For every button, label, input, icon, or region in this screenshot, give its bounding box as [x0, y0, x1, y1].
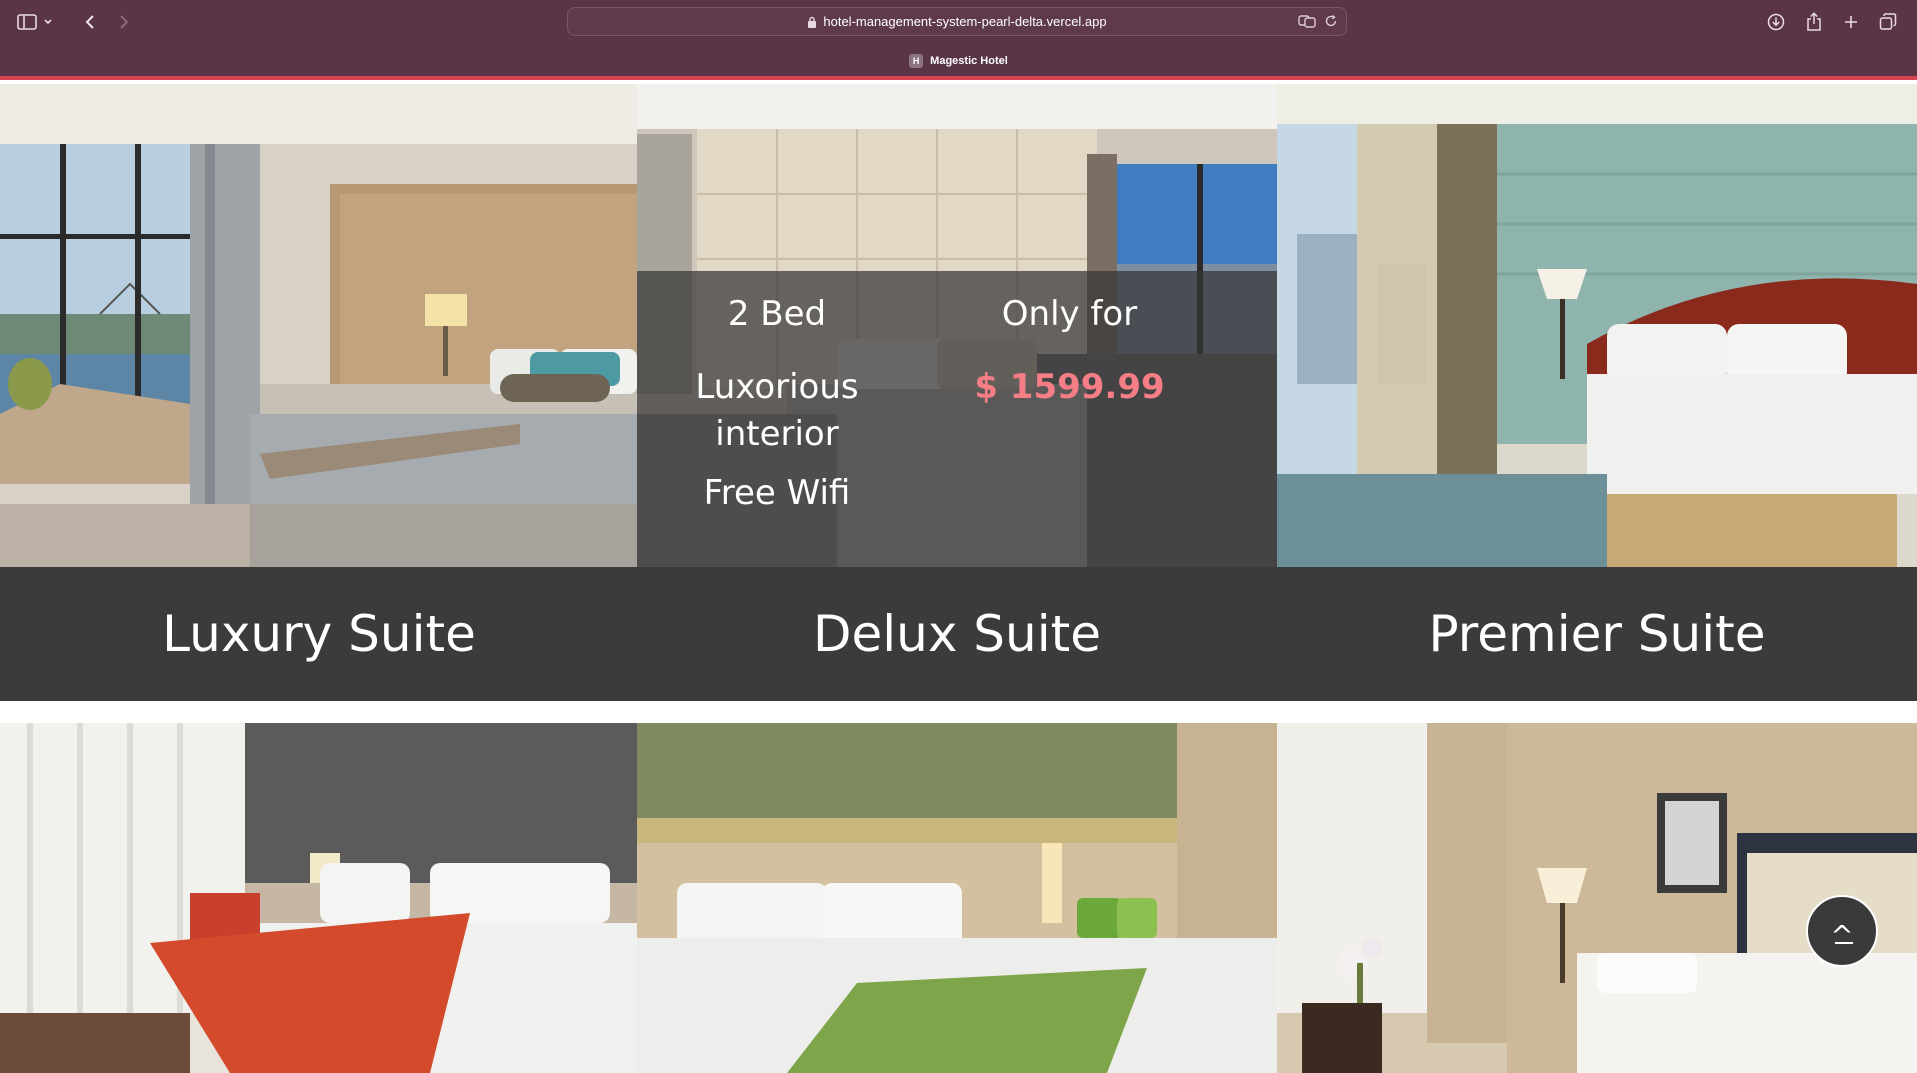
url-text: hotel-management-system-pearl-delta.verc… — [823, 14, 1107, 29]
suite-name-delux[interactable]: Delux Suite — [637, 567, 1277, 701]
address-bar[interactable]: hotel-management-system-pearl-delta.verc… — [567, 7, 1347, 36]
downloads-icon[interactable] — [1766, 9, 1786, 35]
suite-card-delux[interactable]: 2 Bed Luxorious interior Free Wifi Only … — [637, 84, 1277, 567]
browser-toolbar: hotel-management-system-pearl-delta.verc… — [0, 0, 1917, 44]
caret-up-icon: ^ — [1830, 918, 1854, 952]
sidebar-toggle-icon[interactable] — [16, 9, 38, 35]
browser-chrome: hotel-management-system-pearl-delta.verc… — [0, 0, 1917, 80]
price-value: $ 1599.99 — [974, 367, 1165, 407]
room-photo-6 — [1277, 723, 1917, 1073]
chevron-down-icon[interactable] — [42, 9, 54, 35]
lock-icon — [807, 16, 817, 28]
room-card-4[interactable] — [0, 723, 637, 1073]
suite-card-premier[interactable] — [1277, 84, 1917, 567]
suite-name-premier[interactable]: Premier Suite — [1277, 567, 1917, 701]
room-photo-5 — [637, 723, 1277, 1073]
page-content: 2 Bed Luxorious interior Free Wifi Only … — [0, 80, 1917, 1073]
scroll-to-top-button[interactable]: ^ — [1806, 895, 1878, 967]
luxury-suite-photo — [0, 84, 637, 567]
suite-card-luxury[interactable] — [0, 84, 637, 567]
reload-icon[interactable] — [1324, 14, 1338, 31]
room-card-6[interactable] — [1277, 723, 1917, 1073]
premier-suite-photo — [1277, 84, 1917, 567]
new-tab-icon[interactable] — [1841, 9, 1861, 35]
translate-icon[interactable] — [1298, 14, 1316, 31]
tab-title: Magestic Hotel — [930, 55, 1008, 67]
tab-overview-icon[interactable] — [1878, 9, 1898, 35]
share-icon[interactable] — [1804, 9, 1824, 35]
features-list: 2 Bed Luxorious interior Free Wifi — [682, 291, 872, 517]
suite-name-luxury[interactable]: Luxury Suite — [0, 567, 638, 701]
feature-interior: Luxorious interior — [695, 367, 859, 454]
feature-beds: 2 Bed — [727, 294, 827, 334]
back-icon[interactable] — [82, 9, 98, 35]
feature-wifi: Free Wifi — [703, 473, 851, 513]
price-prefix: Only for — [1001, 294, 1138, 334]
room-card-5[interactable] — [637, 723, 1277, 1073]
forward-icon[interactable] — [116, 9, 132, 35]
room-photo-4 — [0, 723, 637, 1073]
price-block: Only for $ 1599.99 — [957, 291, 1182, 411]
underline-decoration — [1835, 942, 1853, 944]
suite-label-bar: Luxury Suite Delux Suite Premier Suite — [0, 567, 1917, 701]
tab-active[interactable]: H Magestic Hotel — [0, 50, 1917, 72]
price-overlay: 2 Bed Luxorious interior Free Wifi Only … — [637, 271, 1277, 567]
favicon-icon: H — [909, 54, 924, 68]
